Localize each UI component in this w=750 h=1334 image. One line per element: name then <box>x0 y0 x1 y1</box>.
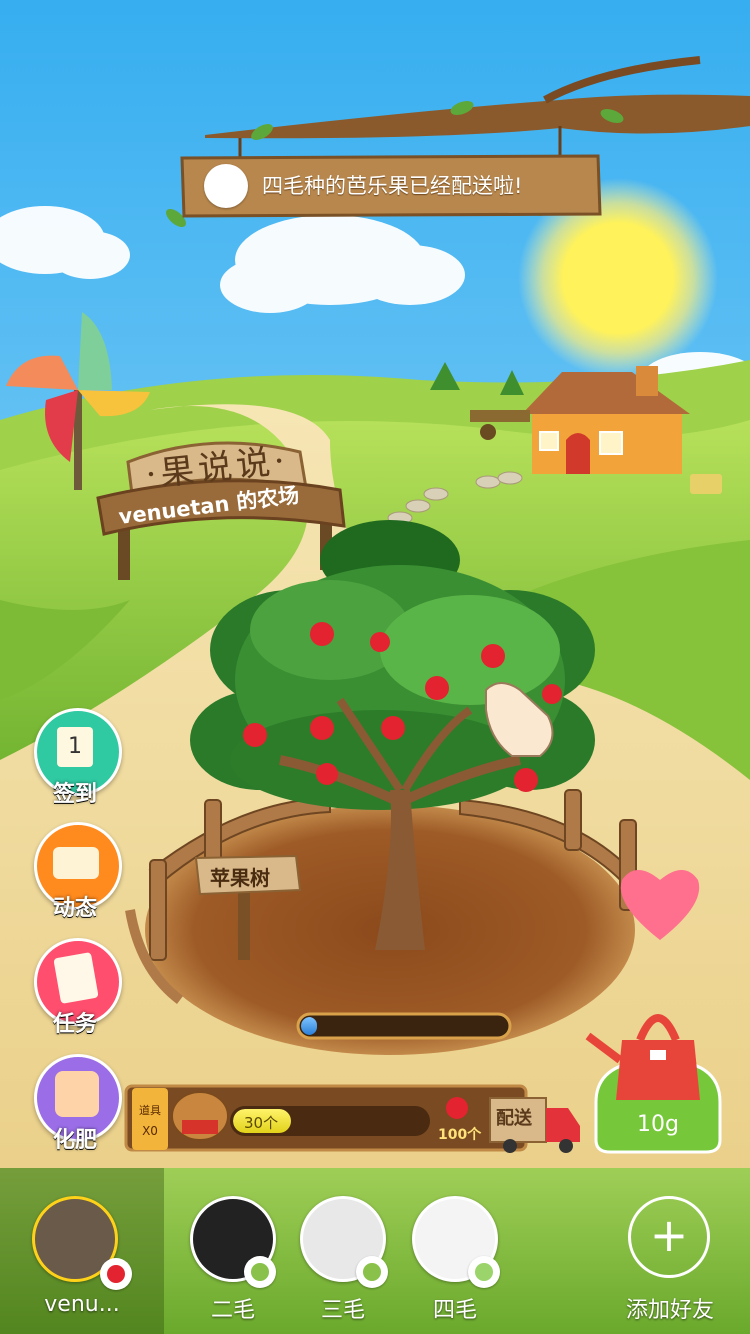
guava-icon <box>244 1256 276 1288</box>
delivery-notice[interactable]: 四毛种的芭乐果已经配送啦! <box>262 170 582 200</box>
guava-icon <box>468 1256 500 1288</box>
plus-icon[interactable]: + <box>628 1196 710 1278</box>
checkin-label: 签到 <box>52 782 97 807</box>
message-icon <box>53 847 99 879</box>
friend-name-ermao[interactable]: 二毛 <box>190 1292 276 1324</box>
friend-name-self[interactable]: venu... <box>20 1292 144 1317</box>
basket-icon[interactable] <box>172 1094 228 1140</box>
tasks-label: 任务 <box>52 1012 97 1037</box>
tree-name-sign: 苹果树 <box>210 866 270 890</box>
apple-icon <box>100 1258 132 1290</box>
harvest-target: 100个 <box>438 1127 482 1143</box>
props-count: X0 <box>142 1124 158 1138</box>
calendar-icon: 1 <box>57 727 93 767</box>
friend-name-sanmao[interactable]: 三毛 <box>300 1292 386 1324</box>
fertilizer-bag-icon <box>55 1071 99 1117</box>
fertilizer-label: 化肥 <box>52 1128 97 1153</box>
heart-icon[interactable] <box>620 860 706 942</box>
growth-progress-fill <box>301 1017 318 1035</box>
props-title: 道具 <box>139 1104 161 1117</box>
growth-progress-bar <box>301 1017 507 1035</box>
feed-label: 动态 <box>52 896 97 921</box>
banner-avatar <box>204 164 248 208</box>
farm-scene: 四毛种的芭乐果已经配送啦! ·果说说· venuetan 的农场 苹果树 1 签… <box>0 0 750 1334</box>
guava-icon <box>356 1256 388 1288</box>
water-amount: 10g <box>637 1112 679 1137</box>
friend-name-simao[interactable]: 四毛 <box>412 1292 498 1324</box>
add-friend-label[interactable]: 添加好友 <box>610 1292 730 1324</box>
tap-hand-icon <box>486 676 556 756</box>
task-list-icon <box>53 952 99 1004</box>
harvest-current: 30个 <box>244 1114 279 1132</box>
delivery-truck-button[interactable] <box>488 1096 582 1152</box>
